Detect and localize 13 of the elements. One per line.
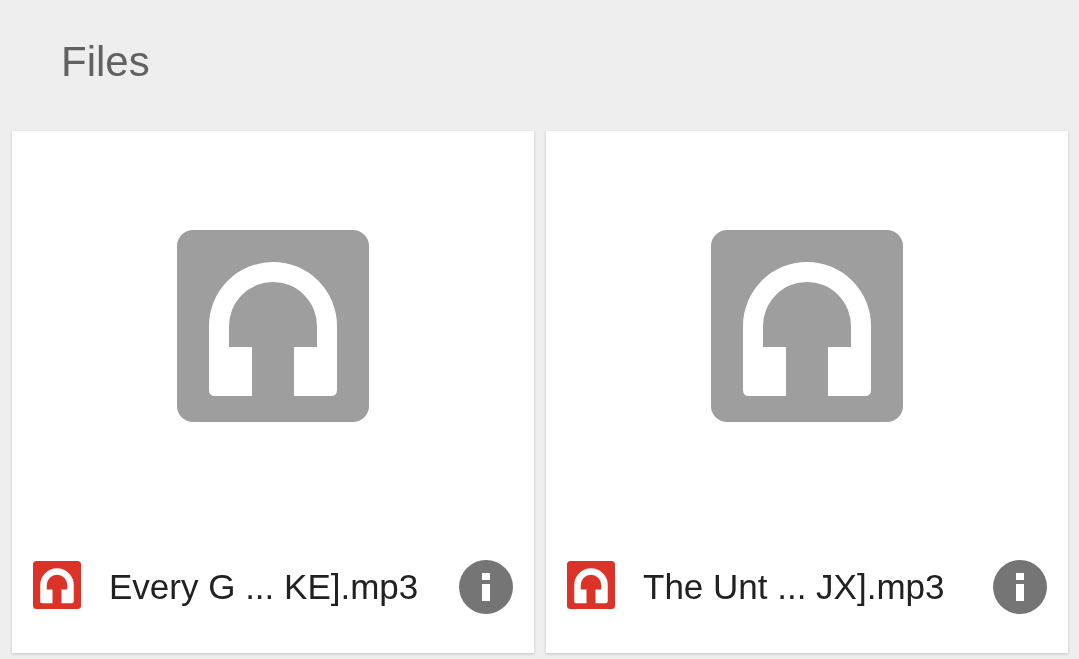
file-card[interactable]: Every G ... KE].mp3 — [12, 131, 534, 653]
info-icon — [482, 573, 490, 601]
file-card[interactable]: The Unt ... JX].mp3 — [546, 131, 1068, 653]
file-name: The Unt ... JX].mp3 — [643, 567, 946, 607]
headphones-icon — [567, 561, 615, 609]
info-icon — [1016, 573, 1024, 601]
page-title: Files — [61, 41, 150, 83]
info-button[interactable] — [459, 560, 513, 614]
info-button[interactable] — [993, 560, 1047, 614]
file-name: Every G ... KE].mp3 — [109, 567, 420, 607]
headphones-icon — [177, 230, 369, 422]
headphones-icon — [33, 561, 81, 609]
headphones-icon — [711, 230, 903, 422]
